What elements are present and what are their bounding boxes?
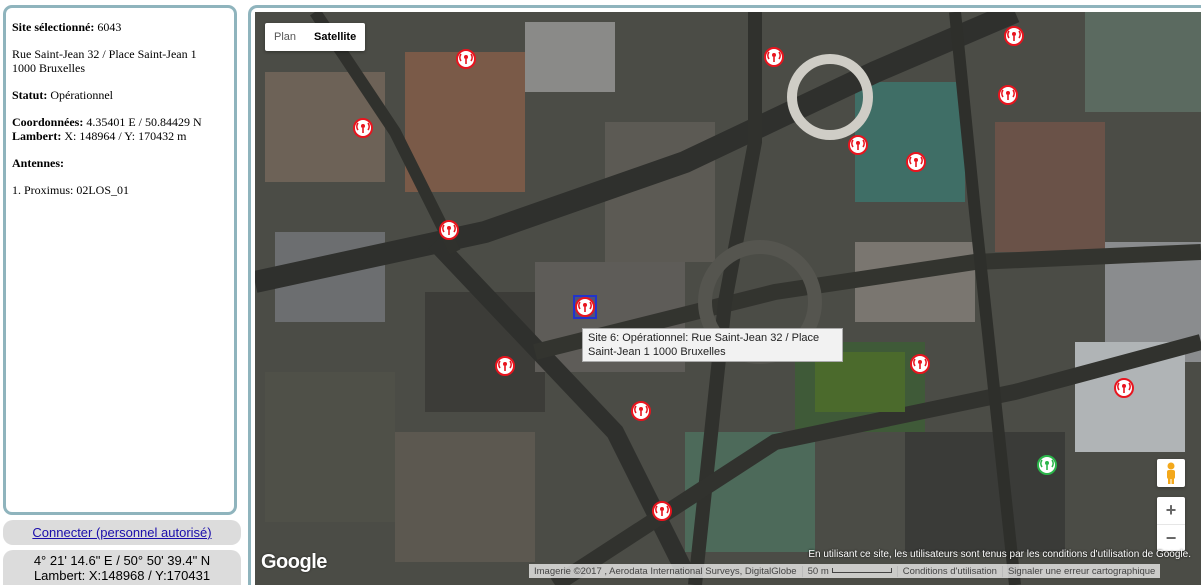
status-row: Statut: Opérationnel — [12, 88, 228, 102]
status-value: Opérationnel — [50, 88, 113, 102]
terms-notice: En utilisant ce site, les utilisateurs s… — [808, 549, 1191, 560]
address-line2: 1000 Bruxelles — [12, 61, 85, 75]
cursor-lambert: Lambert: X:148968 / Y:170431 — [33, 568, 211, 583]
cursor-coordinates: 4° 21' 14.6" E / 50° 50' 39.4" N Lambert… — [3, 550, 241, 585]
connect-link[interactable]: Connecter (personnel autorisé) — [32, 525, 211, 540]
site-id: 6043 — [97, 20, 122, 34]
site-tooltip: Site 6: Opérationnel: Rue Saint-Jean 32 … — [582, 328, 843, 362]
street-view-pegman-icon[interactable] — [1157, 459, 1185, 487]
zoom-control: + − — [1157, 497, 1185, 551]
connect-box: Connecter (personnel autorisé) — [3, 520, 241, 545]
imagery-credit: Imagerie ©2017 , Aerodata International … — [534, 565, 797, 577]
antenna-marker-icon[interactable] — [998, 85, 1018, 105]
antenna-marker-icon[interactable] — [1004, 26, 1024, 46]
lambert-value: X: 148964 / Y: 170432 m — [64, 129, 187, 143]
zoom-out-button[interactable]: − — [1157, 524, 1185, 551]
antenna-marker-icon[interactable] — [456, 49, 476, 69]
antenna-marker-icon[interactable] — [652, 501, 672, 521]
antenna-marker-icon[interactable] — [910, 354, 930, 374]
satellite-imagery — [255, 12, 1201, 585]
google-logo: Google — [261, 551, 327, 573]
map-footer: Imagerie ©2017 , Aerodata International … — [529, 564, 1161, 578]
selected-site-row: Site sélectionné: 6043 — [12, 20, 228, 34]
status-label: Statut: — [12, 88, 48, 102]
coords-label: Coordonnées: — [12, 115, 84, 129]
antennas-heading: Antennes: — [12, 156, 228, 170]
site-address: Rue Saint-Jean 32 / Place Saint-Jean 1 10… — [12, 47, 228, 75]
scale-bar: 50 m — [801, 565, 897, 577]
report-error-link[interactable]: Signaler une erreur cartographique — [1001, 565, 1160, 577]
antenna-marker-icon[interactable] — [495, 356, 515, 376]
cursor-dms: 4° 21' 14.6" E / 50° 50' 39.4" N — [33, 553, 211, 568]
antenna-marker-icon[interactable] — [764, 47, 784, 67]
map-type-control: Plan Satellite — [265, 23, 366, 51]
antenna-marker-icon[interactable] — [631, 401, 651, 421]
lambert-label: Lambert: — [12, 129, 62, 143]
antenna-marker-icon[interactable] — [906, 152, 926, 172]
selected-antenna-marker-icon[interactable] — [573, 295, 597, 319]
antenna-item: 1. Proximus: 02LOS_01 — [12, 183, 130, 197]
scale-label: 50 m — [807, 565, 829, 577]
coords-value: 4.35401 E / 50.84429 N — [86, 115, 202, 129]
site-info-panel: Site sélectionné: 6043 Rue Saint-Jean 32… — [3, 5, 237, 515]
map-type-plan[interactable]: Plan — [265, 23, 305, 51]
map-type-satellite[interactable]: Satellite — [305, 23, 365, 51]
antenna-marker-icon[interactable] — [439, 220, 459, 240]
satellite-map[interactable]: Plan Satellite Site 6: Opérationnel: Rue… — [255, 12, 1201, 585]
antenna-marker-icon[interactable] — [848, 135, 868, 155]
terms-link[interactable]: Conditions d'utilisation — [896, 565, 1002, 577]
site-label: Site sélectionné: — [12, 20, 95, 34]
antenna-marker-icon[interactable] — [353, 118, 373, 138]
active-antenna-marker-icon[interactable] — [1037, 455, 1057, 475]
coordinates-row: Coordonnées: 4.35401 E / 50.84429 N Lambe… — [12, 115, 228, 143]
zoom-in-button[interactable]: + — [1157, 497, 1185, 524]
antenna-marker-icon[interactable] — [1114, 378, 1134, 398]
antennas-label: Antennes: — [12, 156, 65, 170]
address-line1: Rue Saint-Jean 32 / Place Saint-Jean 1 — [12, 47, 197, 61]
